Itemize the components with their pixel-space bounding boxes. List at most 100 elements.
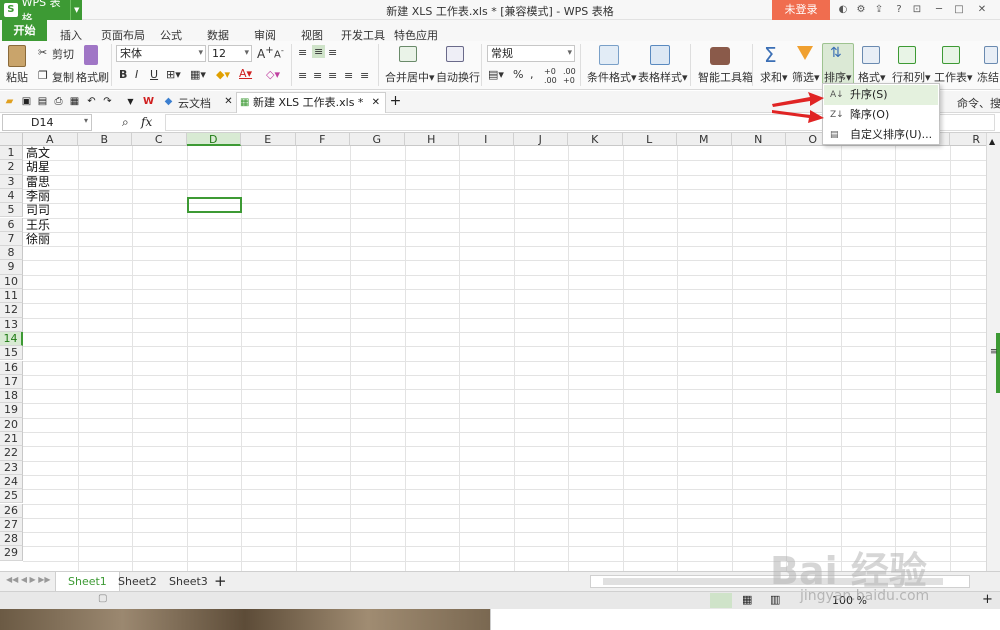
copy-icon[interactable]: ❐ bbox=[38, 69, 48, 82]
row-header-2[interactable]: 2 bbox=[0, 160, 23, 175]
cut-button[interactable]: 剪切 bbox=[52, 46, 74, 62]
freeze-icon[interactable] bbox=[984, 46, 998, 64]
border-icon[interactable]: ⊞▾ bbox=[166, 68, 181, 81]
font-family-select[interactable]: 宋体 bbox=[116, 45, 206, 62]
row-header-12[interactable]: 12 bbox=[0, 303, 23, 318]
close-icon[interactable]: ✕ bbox=[975, 3, 989, 17]
percent-icon[interactable]: % bbox=[513, 68, 523, 81]
format-icon[interactable] bbox=[862, 46, 880, 64]
cell-a4[interactable]: 李丽 bbox=[26, 189, 50, 203]
column-header-h[interactable]: H bbox=[404, 133, 459, 146]
tab-home[interactable]: 开始 bbox=[2, 20, 47, 41]
align-right-icon[interactable]: ≡ bbox=[328, 69, 337, 82]
align-bottom-icon[interactable]: ≡ bbox=[328, 46, 337, 59]
merge-center-button[interactable]: 合并居中▾ bbox=[385, 69, 435, 85]
row-header-9[interactable]: 9 bbox=[0, 260, 23, 275]
login-button[interactable]: 未登录 bbox=[772, 0, 830, 20]
column-header-d[interactable]: D bbox=[186, 133, 241, 146]
help-icon[interactable]: ? bbox=[892, 3, 906, 17]
merge-icon[interactable] bbox=[399, 46, 417, 62]
increase-font-icon[interactable]: A+ bbox=[257, 45, 274, 61]
cell-a6[interactable]: 王乐 bbox=[26, 218, 50, 232]
paste-icon[interactable] bbox=[8, 45, 26, 67]
column-header-k[interactable]: K bbox=[568, 133, 623, 146]
row-header-27[interactable]: 27 bbox=[0, 517, 23, 533]
custom-sort-item[interactable]: ▤ 自定义排序(U)... bbox=[824, 125, 938, 145]
print-icon[interactable]: ⎙ bbox=[52, 95, 65, 108]
maximize-icon[interactable]: □ bbox=[952, 3, 966, 17]
scissors-icon[interactable]: ✂ bbox=[38, 46, 47, 59]
row-header-23[interactable]: 23 bbox=[0, 460, 23, 475]
macro-icon[interactable]: ▢ bbox=[98, 593, 107, 604]
row-header-17[interactable]: 17 bbox=[0, 374, 23, 390]
conditional-format-icon[interactable] bbox=[599, 45, 619, 65]
skin-icon[interactable]: ◐ bbox=[836, 3, 850, 17]
column-header-e[interactable]: E bbox=[241, 133, 296, 146]
row-header-13[interactable]: 13 bbox=[0, 317, 23, 332]
distributed-icon[interactable]: ≡ bbox=[360, 69, 369, 82]
row-header-20[interactable]: 20 bbox=[0, 417, 23, 432]
freeze-button[interactable]: 冻结 bbox=[977, 69, 999, 85]
name-box-dropdown-icon[interactable]: ▾ bbox=[84, 116, 88, 125]
font-color-icon[interactable]: A▾ bbox=[239, 67, 252, 80]
worksheet-icon[interactable] bbox=[942, 46, 960, 64]
cell-a5[interactable]: 司司 bbox=[26, 203, 50, 217]
column-header-c[interactable]: C bbox=[132, 133, 187, 146]
normal-view-icon[interactable] bbox=[710, 593, 732, 608]
font-size-select[interactable]: 12 bbox=[208, 45, 252, 62]
row-header-3[interactable]: 3 bbox=[0, 174, 23, 189]
document-tab[interactable]: ▦ 新建 XLS 工作表.xls * ✕ bbox=[236, 92, 386, 113]
currency-icon[interactable]: ▤▾ bbox=[488, 68, 504, 81]
column-header-n[interactable]: N bbox=[731, 133, 786, 146]
page-layout-view-icon[interactable]: ▦ bbox=[742, 593, 752, 606]
column-header-j[interactable]: J bbox=[513, 133, 568, 146]
underline-icon[interactable]: U bbox=[150, 68, 158, 81]
zoom-in-icon[interactable]: + bbox=[982, 592, 993, 607]
bold-icon[interactable]: B bbox=[119, 68, 127, 81]
redo-icon[interactable]: ↷ bbox=[101, 95, 114, 108]
column-header-a[interactable]: A bbox=[23, 133, 78, 146]
row-header-22[interactable]: 22 bbox=[0, 446, 23, 461]
row-header-8[interactable]: 8 bbox=[0, 246, 23, 261]
export-icon[interactable]: ▤ bbox=[36, 95, 49, 108]
row-header-1[interactable]: 1 bbox=[0, 146, 23, 161]
close-doc-tab-icon[interactable]: ✕ bbox=[372, 93, 380, 113]
undo-icon[interactable]: ↶ bbox=[85, 95, 98, 108]
search-hint[interactable]: 命令、搜索模板 bbox=[957, 95, 1000, 111]
row-header-11[interactable]: 11 bbox=[0, 289, 23, 304]
sheet-nav-icon[interactable]: ◀◀ ◀ ▶ ▶▶ bbox=[6, 575, 51, 584]
clear-format-icon[interactable]: ◇▾ bbox=[266, 68, 280, 81]
column-header-i[interactable]: I bbox=[459, 133, 514, 146]
selected-cell-d14[interactable] bbox=[187, 197, 242, 213]
sort-descending-item[interactable]: Z↓ 降序(O) bbox=[824, 105, 938, 125]
row-header-10[interactable]: 10 bbox=[0, 274, 23, 289]
toolbox-icon[interactable] bbox=[710, 47, 730, 65]
align-top-icon[interactable]: ≡ bbox=[298, 46, 307, 59]
comma-icon[interactable]: , bbox=[530, 68, 534, 81]
align-middle-icon[interactable]: ≡ bbox=[312, 45, 326, 58]
wrap-icon[interactable] bbox=[446, 46, 464, 62]
close-tab-icon[interactable]: ✕ bbox=[222, 95, 235, 108]
fill-color-icon[interactable]: ◆▾ bbox=[216, 68, 230, 81]
table-style-button[interactable]: 表格样式▾ bbox=[638, 69, 688, 85]
row-header-28[interactable]: 28 bbox=[0, 532, 23, 547]
filter-icon[interactable] bbox=[797, 46, 813, 60]
wps-icon[interactable]: W bbox=[142, 95, 155, 108]
row-header-19[interactable]: 19 bbox=[0, 403, 23, 418]
minimize-icon[interactable]: ─ bbox=[932, 3, 946, 17]
name-box[interactable]: D14 bbox=[2, 114, 92, 131]
align-center-icon[interactable]: ≡ bbox=[313, 69, 322, 82]
justify-icon[interactable]: ≡ bbox=[344, 69, 353, 82]
cloud-icon[interactable]: ◆ bbox=[162, 95, 175, 108]
copy-button[interactable]: 复制 bbox=[52, 69, 74, 85]
row-column-icon[interactable] bbox=[898, 46, 916, 64]
decrease-font-icon[interactable]: A- bbox=[274, 45, 284, 60]
row-header-14[interactable]: 14 bbox=[0, 331, 23, 347]
row-header-15[interactable]: 15 bbox=[0, 346, 23, 361]
select-all-corner[interactable] bbox=[0, 133, 23, 146]
open-icon[interactable]: ▰ bbox=[3, 95, 16, 108]
format-painter-button[interactable]: 格式刷 bbox=[76, 69, 109, 85]
sum-icon[interactable]: Σ bbox=[764, 43, 777, 67]
row-header-7[interactable]: 7 bbox=[0, 231, 23, 247]
cell-a7[interactable]: 徐丽 bbox=[26, 232, 50, 246]
